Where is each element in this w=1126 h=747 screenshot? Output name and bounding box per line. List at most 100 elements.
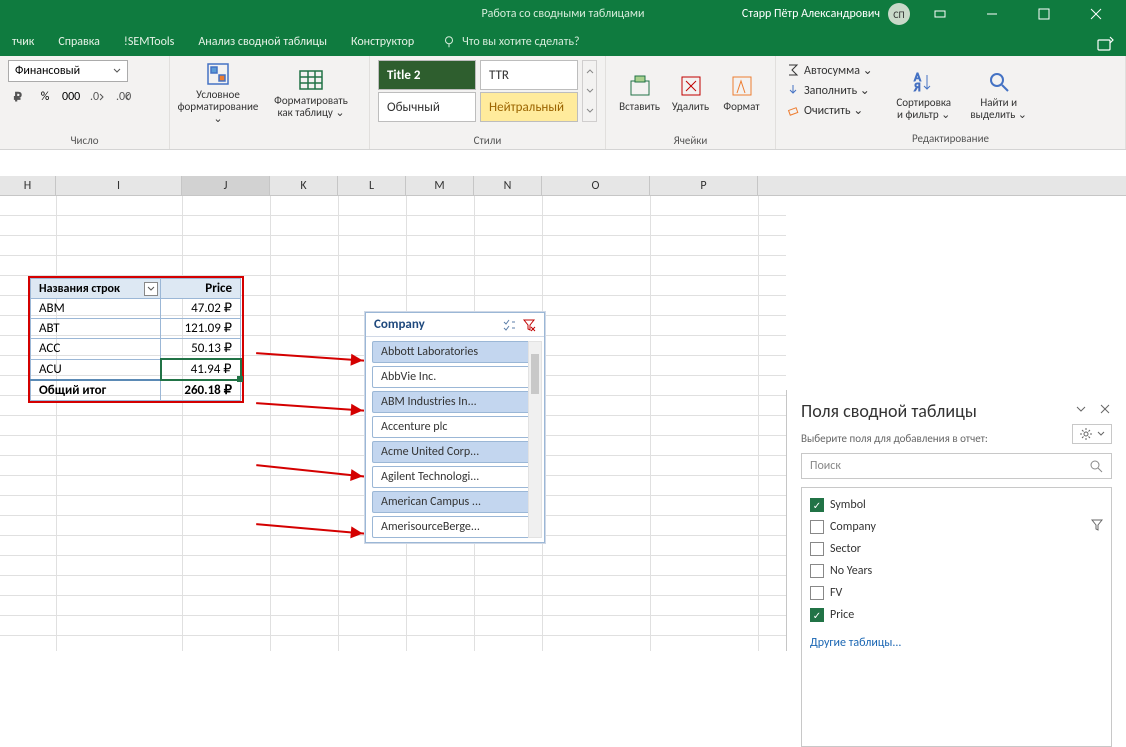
share-icon[interactable] bbox=[1096, 36, 1114, 58]
pivot-table[interactable]: Названия строк Price ABM47.02 ₽ ABT121.0… bbox=[30, 278, 242, 401]
checkbox[interactable] bbox=[810, 498, 824, 512]
other-tables-link[interactable]: Другие таблицы... bbox=[810, 636, 1103, 650]
close-icon[interactable] bbox=[1074, 0, 1118, 28]
user-avatar[interactable]: СП bbox=[888, 3, 910, 25]
tab-0[interactable]: тчик bbox=[0, 28, 46, 56]
pivot-row-price[interactable]: 50.13 ₽ bbox=[161, 339, 241, 360]
field-item[interactable]: Symbol bbox=[810, 494, 1103, 516]
delete-button[interactable]: Удалить bbox=[665, 60, 716, 126]
col-P[interactable]: P bbox=[650, 176, 758, 195]
slicer-item[interactable]: AmerisourceBerge... bbox=[372, 516, 538, 538]
slicer-item[interactable]: American Campus ... bbox=[372, 491, 538, 513]
ribbon-display-icon[interactable] bbox=[918, 0, 962, 28]
style-title2[interactable]: Title 2 bbox=[378, 60, 476, 90]
format-button[interactable]: Формат bbox=[716, 60, 767, 126]
filter-icon[interactable] bbox=[1091, 519, 1103, 535]
insert-button[interactable]: Вставить bbox=[614, 60, 665, 126]
slicer-item[interactable]: Accenture plc bbox=[372, 416, 538, 438]
sort-filter-icon: AЯ bbox=[911, 69, 937, 95]
checkbox[interactable] bbox=[810, 542, 824, 556]
pivot-row-name[interactable]: ABM bbox=[31, 299, 161, 319]
col-J[interactable]: J bbox=[182, 176, 270, 195]
col-M[interactable]: M bbox=[406, 176, 474, 195]
slicer-scrollbar[interactable] bbox=[528, 341, 542, 538]
col-K[interactable]: K bbox=[270, 176, 338, 195]
field-item[interactable]: FV bbox=[810, 582, 1103, 604]
style-neutral[interactable]: Нейтральный bbox=[480, 92, 578, 122]
slicer-company[interactable]: Company Abbott LaboratoriesAbbVie Inc.AB… bbox=[365, 312, 545, 543]
fields-search-input[interactable]: Поиск bbox=[801, 453, 1112, 479]
checkbox[interactable] bbox=[810, 564, 824, 578]
fields-pane-title: Поля сводной таблицы bbox=[801, 400, 1112, 422]
minimize-icon[interactable] bbox=[970, 0, 1014, 28]
slicer-item[interactable]: AbbVie Inc. bbox=[372, 366, 538, 388]
number-format-dropdown[interactable]: Финансовый bbox=[8, 60, 128, 82]
checkbox[interactable] bbox=[810, 520, 824, 534]
pivot-total-label[interactable]: Общий итог bbox=[31, 380, 161, 401]
find-select-button[interactable]: Найти и выделить ⌄ bbox=[969, 62, 1029, 128]
slicer-item[interactable]: Agilent Technologi... bbox=[372, 466, 538, 488]
clear-button[interactable]: Очистить ⌄ bbox=[786, 100, 873, 120]
eraser-icon bbox=[786, 103, 800, 117]
style-normal[interactable]: Обычный bbox=[378, 92, 476, 122]
tab-design[interactable]: Конструктор bbox=[339, 28, 426, 56]
field-item[interactable]: Sector bbox=[810, 538, 1103, 560]
pivot-row-price[interactable]: 121.09 ₽ bbox=[161, 319, 241, 339]
field-item[interactable]: Company bbox=[810, 516, 1103, 538]
pivot-row-name[interactable]: ABT bbox=[31, 319, 161, 339]
slicer-item[interactable]: ABM Industries In... bbox=[372, 391, 538, 413]
col-O[interactable]: O bbox=[542, 176, 650, 195]
close-icon[interactable] bbox=[1098, 402, 1112, 416]
chevron-down-icon bbox=[1097, 430, 1105, 438]
styles-expand-button[interactable] bbox=[582, 60, 597, 122]
pivot-row-price[interactable]: 41.94 ₽ bbox=[161, 359, 241, 380]
group-cells-label: Ячейки bbox=[614, 132, 767, 147]
decrease-decimal-icon[interactable]: .00 bbox=[112, 86, 136, 108]
svg-text:.00: .00 bbox=[116, 91, 131, 103]
percent-icon[interactable]: % bbox=[34, 86, 56, 108]
tab-pivot-analyze[interactable]: Анализ сводной таблицы bbox=[186, 28, 339, 56]
col-I[interactable]: I bbox=[56, 176, 182, 195]
accounting-format-icon[interactable]: ₽ bbox=[8, 86, 32, 108]
field-item[interactable]: Price bbox=[810, 604, 1103, 626]
increase-decimal-icon[interactable]: .0 bbox=[86, 86, 110, 108]
fill-button[interactable]: Заполнить ⌄ bbox=[786, 80, 873, 100]
chevron-down-icon bbox=[586, 108, 594, 114]
tab-help[interactable]: Справка bbox=[46, 28, 112, 56]
slicer-item[interactable]: Acme United Corp... bbox=[372, 441, 538, 463]
chevron-down-icon[interactable] bbox=[1074, 402, 1088, 416]
maximize-icon[interactable] bbox=[1022, 0, 1066, 28]
tab-semtools[interactable]: !SEMTools bbox=[112, 28, 186, 56]
sort-filter-button[interactable]: AЯ Сортировка и фильтр ⌄ bbox=[889, 62, 959, 128]
style-ttr[interactable]: TTR bbox=[480, 60, 578, 90]
filter-dropdown-icon[interactable] bbox=[144, 282, 158, 296]
field-label: No Years bbox=[830, 564, 872, 578]
slicer-item[interactable]: Abbott Laboratories bbox=[372, 341, 538, 363]
tell-me[interactable]: Что вы хотите сделать? bbox=[442, 35, 579, 49]
checkbox[interactable] bbox=[810, 586, 824, 600]
col-H[interactable]: H bbox=[0, 176, 56, 195]
ribbon-tabs: тчик Справка !SEMTools Анализ сводной та… bbox=[0, 28, 1126, 56]
pivot-row-name[interactable]: ACC bbox=[31, 339, 161, 360]
col-L[interactable]: L bbox=[338, 176, 406, 195]
pivot-row-price[interactable]: 47.02 ₽ bbox=[161, 299, 241, 319]
pivot-total-value[interactable]: 260.18 ₽ bbox=[161, 380, 241, 401]
fill-down-icon bbox=[786, 83, 800, 97]
worksheet[interactable]: Названия строк Price ABM47.02 ₽ ABT121.0… bbox=[0, 196, 1126, 651]
comma-icon[interactable]: 000 bbox=[58, 86, 84, 108]
fields-layout-button[interactable] bbox=[1072, 424, 1112, 444]
field-label: Sector bbox=[830, 542, 861, 556]
clear-filter-icon[interactable] bbox=[522, 318, 536, 332]
col-N[interactable]: N bbox=[474, 176, 542, 195]
autosum-button[interactable]: Автосумма ⌄ bbox=[786, 60, 873, 80]
checkbox[interactable] bbox=[810, 608, 824, 622]
format-as-table-button[interactable]: Форматировать как таблицу ⌄ bbox=[261, 60, 361, 126]
price-header[interactable]: Price bbox=[161, 279, 241, 299]
multi-select-icon[interactable] bbox=[502, 318, 516, 332]
row-labels-header[interactable]: Названия строк bbox=[31, 279, 161, 299]
column-headers: H I J K L M N O P bbox=[0, 176, 1126, 196]
pivot-row-name[interactable]: ACU bbox=[31, 359, 161, 380]
field-item[interactable]: No Years bbox=[810, 560, 1103, 582]
svg-text:.0: .0 bbox=[90, 91, 99, 103]
conditional-formatting-button[interactable]: Условное форматирование ⌄ bbox=[178, 60, 258, 126]
